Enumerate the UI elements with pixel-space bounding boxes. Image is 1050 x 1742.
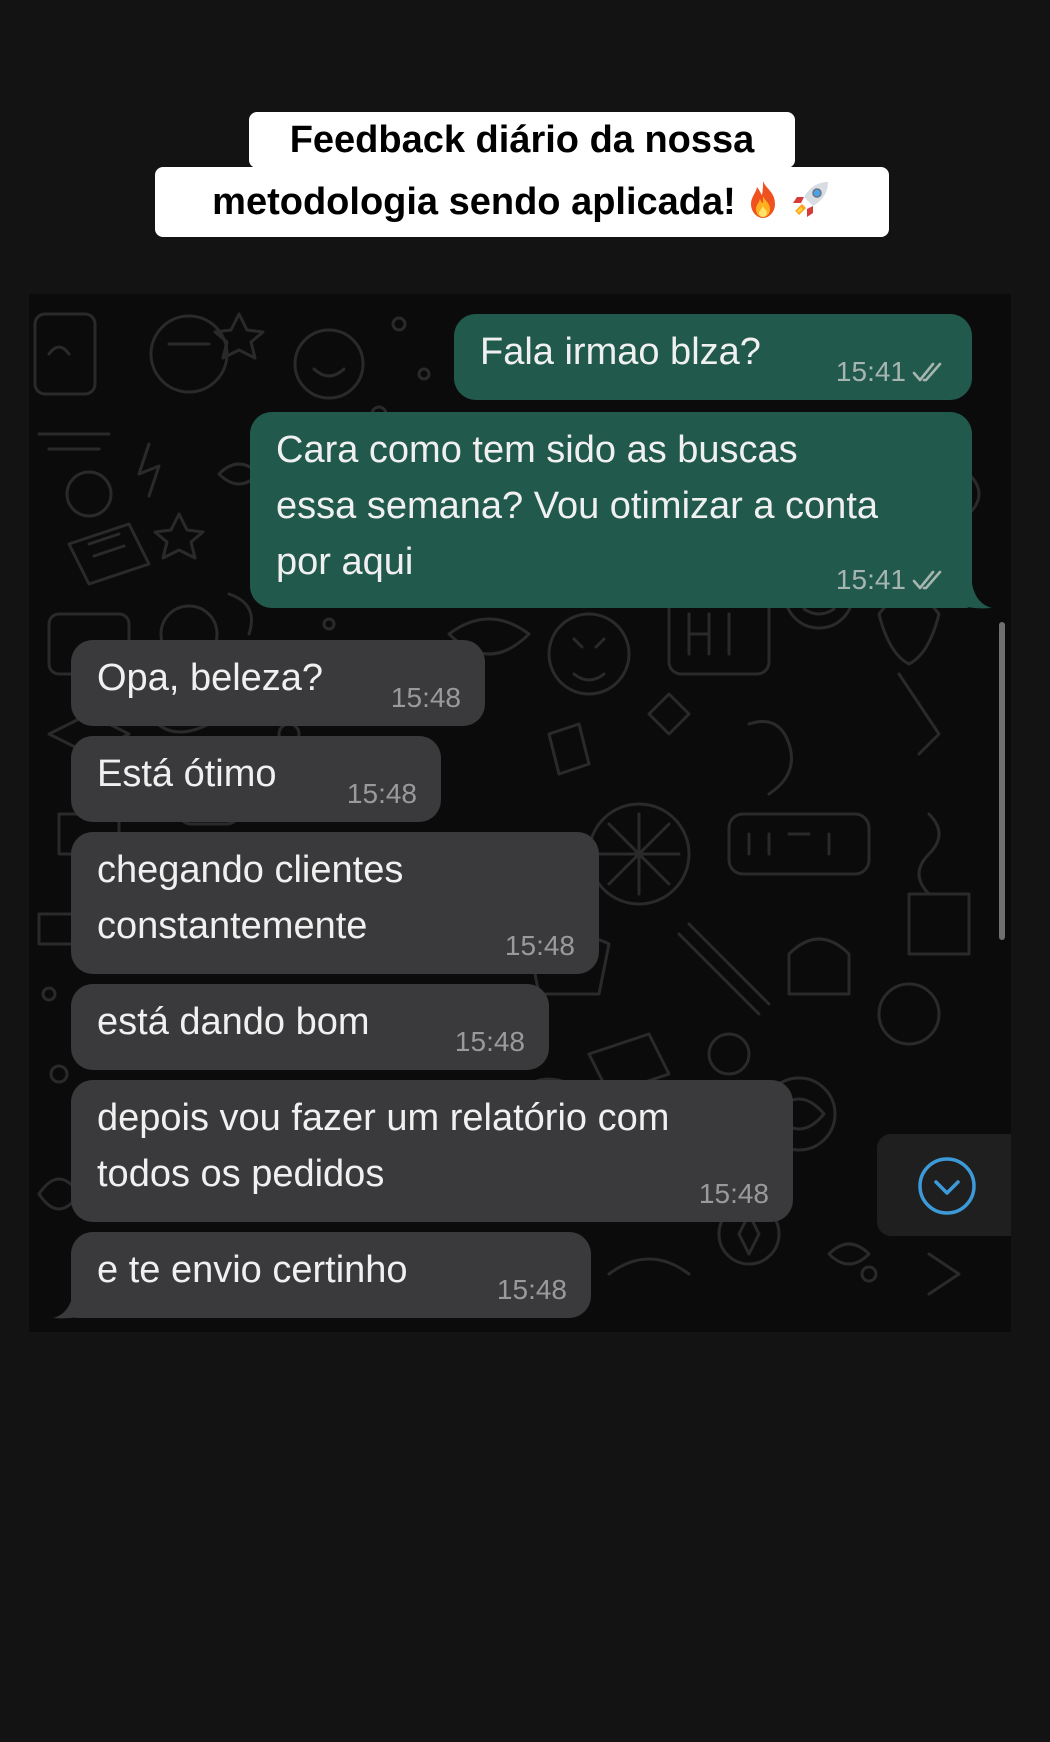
message-time: 15:48 — [496, 1274, 567, 1305]
message-incoming[interactable]: chegando clientes constantemente 15:48 — [71, 832, 599, 974]
message-text-line: Cara como tem sido as buscas — [276, 429, 798, 471]
message-outgoing[interactable]: Cara como tem sido as buscas essa semana… — [250, 412, 972, 608]
message-text-line: depois vou fazer um relatório com — [97, 1097, 670, 1139]
message-incoming[interactable]: Está ótimo 15:48 — [71, 736, 441, 822]
bubble-tail — [954, 584, 992, 609]
double-check-icon — [912, 362, 942, 382]
double-check-icon — [912, 570, 942, 590]
chat-panel[interactable]: Fala irmao blza? 15:41 Cara como tem sid… — [29, 294, 1011, 1332]
chevron-down-circle-icon — [918, 1157, 976, 1215]
caption-line-2: metodologia sendo aplicada! — [155, 167, 889, 237]
message-time: 15:48 — [698, 1178, 769, 1209]
fire-emoji-icon — [750, 181, 775, 218]
message-time: 15:41 — [835, 564, 906, 595]
message-text: e te envio certinho — [97, 1249, 408, 1291]
scroll-to-bottom-button[interactable] — [877, 1134, 1011, 1236]
message-incoming[interactable]: e te envio certinho 15:48 — [71, 1232, 591, 1318]
caption-line-2-text: metodologia sendo aplicada! — [212, 181, 736, 223]
message-text-line: chegando clientes — [97, 849, 404, 891]
caption-line-1: Feedback diário da nossa — [249, 112, 795, 168]
chat-scrollbar[interactable] — [999, 622, 1005, 940]
message-incoming[interactable]: está dando bom 15:48 — [71, 984, 549, 1070]
message-time: 15:48 — [390, 682, 461, 713]
message-incoming[interactable]: Opa, beleza? 15:48 — [71, 640, 485, 726]
screen: Feedback diário da nossa metodologia sen… — [0, 0, 1050, 1742]
message-outgoing[interactable]: Fala irmao blza? 15:41 — [454, 314, 972, 400]
message-time: 15:48 — [504, 930, 575, 961]
message-text-line: todos os pedidos — [97, 1153, 385, 1195]
message-text-line: essa semana? Vou otimizar a conta — [276, 485, 879, 527]
message-time: 15:41 — [835, 356, 906, 387]
message-time: 15:48 — [346, 778, 417, 809]
message-meta: 15:41 — [836, 356, 948, 388]
message-incoming[interactable]: depois vou fazer um relatório com todos … — [71, 1080, 793, 1222]
bubble-tail — [53, 1294, 91, 1319]
message-time: 15:48 — [454, 1026, 525, 1057]
rocket-emoji-icon — [792, 182, 828, 217]
message-text-line: constantemente — [97, 905, 368, 947]
message-meta: 15:41 — [836, 564, 948, 596]
